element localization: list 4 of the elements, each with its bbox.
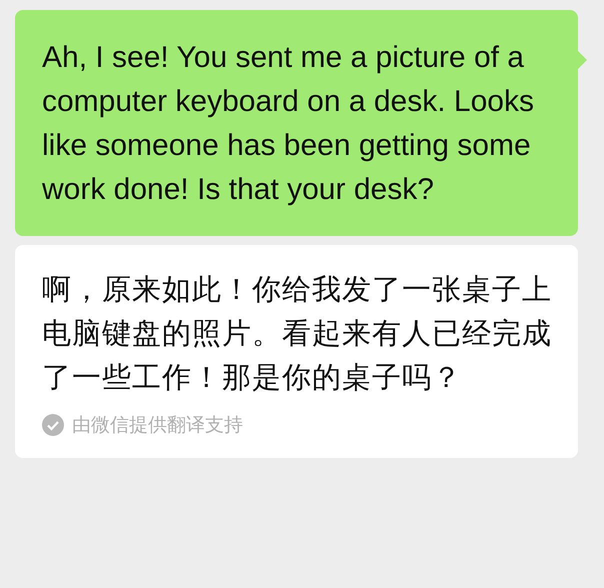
message-text: Ah, I see! You sent me a picture of a computer keyboard on a desk. Looks like someone has been getting some work done! Is that your desk? xyxy=(42,40,535,208)
translation-credit: 由微信提供翻译支持 xyxy=(72,413,243,438)
check-icon xyxy=(42,414,64,436)
translation-text: 啊，原来如此！你给我发了一张桌子上电脑键盘的照片。看起来有人已经完成了一些工作！那是你的桌子吗？ xyxy=(42,271,553,396)
